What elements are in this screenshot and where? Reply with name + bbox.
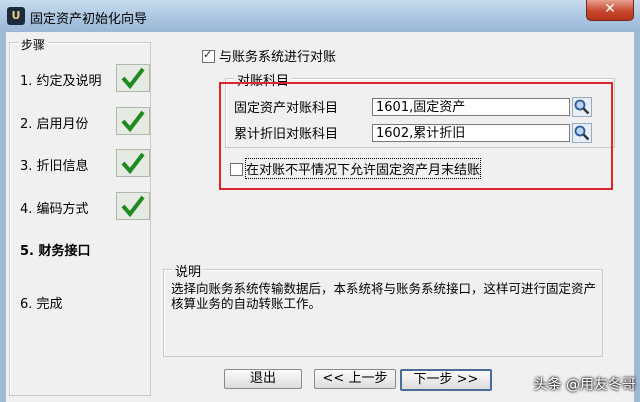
wizard-window: U 固定资产初始化向导 ✕ 步骤 1. 约定及说明 2. 启用月份 3. 折旧信… (0, 0, 640, 402)
app-icon: U (7, 7, 25, 25)
reconcile-label: 与账务系统进行对账 (219, 50, 337, 65)
step-2-label: 2. 启用月份 (20, 117, 89, 132)
step-6-label: 6. 完成 (20, 297, 63, 312)
steps-title: 步骤 (18, 36, 49, 53)
prev-button[interactable]: << 上一步 (314, 369, 396, 389)
exit-button[interactable]: 退出 (224, 369, 302, 389)
check-icon (116, 107, 150, 135)
step-4-label: 4. 编码方式 (20, 202, 89, 217)
step-3-label: 3. 折旧信息 (20, 159, 89, 174)
next-button[interactable]: 下一步 >> (400, 369, 492, 391)
watermark: 头条 @用友冬哥 (533, 377, 636, 393)
dialog-body: 步骤 1. 约定及说明 2. 启用月份 3. 折旧信息 4. 编码方式 5. 财… (6, 32, 634, 402)
step-1-label: 1. 约定及说明 (20, 74, 102, 89)
highlight-box (219, 82, 613, 190)
note-text: 选择向账务系统传输数据后，本系统将与账务系统接口，这样可进行固定资产核算业务的自… (171, 281, 597, 311)
note-title: 说明 (172, 261, 205, 280)
step-5-label: 5. 财务接口 (20, 244, 91, 259)
check-icon (116, 149, 150, 177)
check-icon (116, 192, 150, 220)
reconcile-checkbox[interactable] (202, 48, 215, 63)
title-bar[interactable]: U 固定资产初始化向导 ✕ (0, 0, 640, 32)
window-title: 固定资产初始化向导 (30, 12, 148, 27)
steps-panel: 步骤 1. 约定及说明 2. 启用月份 3. 折旧信息 4. 编码方式 5. 财… (9, 36, 151, 396)
check-icon (116, 64, 150, 92)
close-button[interactable]: ✕ (586, 0, 634, 21)
